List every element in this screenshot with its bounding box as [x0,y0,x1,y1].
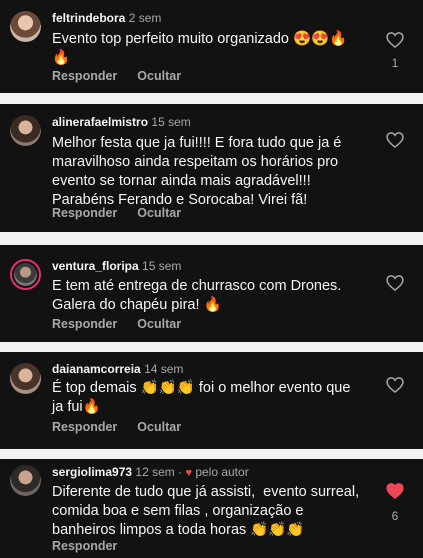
like-count: 6 [391,509,399,523]
heart-outline-icon[interactable] [385,375,405,395]
comments-screen: feltrindebora 2 sem Evento top perfeito … [0,0,423,558]
heart-outline-icon[interactable] [385,30,405,50]
author-like-label: pelo autor [195,465,249,479]
comment-text: Melhor festa que ja fui!!!! E fora tudo … [52,135,346,208]
reply-button[interactable]: Responder [52,69,117,83]
avatar[interactable] [10,259,41,290]
heart-outline-icon[interactable] [385,273,405,293]
avatar[interactable] [10,11,41,42]
timestamp: 2 sem [128,11,162,25]
reply-button[interactable]: Responder [52,539,117,553]
hide-button[interactable]: Ocultar [137,206,181,220]
comment-text: E tem até entrega de churrasco com Drone… [52,278,346,313]
comment-card: daianamcorreia 14 sem É top demais 👏👏👏 f… [0,352,423,449]
comment-meta: sergiolima973 12 sem · ♥ pelo autor [52,465,249,479]
username[interactable]: feltrindebora [52,11,125,25]
timestamp: 12 sem [135,465,175,479]
heart-outline-icon[interactable] [385,130,405,150]
comment-text: Evento top perfeito muito organizado 😍😍🔥… [52,31,348,66]
comment-meta: ventura_floripa 15 sem [52,259,181,274]
reply-button[interactable]: Responder [52,206,117,220]
hide-button[interactable]: Ocultar [137,69,181,83]
comment-card: ventura_floripa 15 sem E tem até entrega… [0,245,423,342]
comment-text: É top demais 👏👏👏 foi o melhor evento que… [52,380,355,415]
username[interactable]: ventura_floripa [52,259,139,273]
comment-actions: Responder Ocultar [52,206,201,220]
comment-card: alinerafaelmistro 15 sem Melhor festa qu… [0,104,423,232]
reply-button[interactable]: Responder [52,420,117,434]
comment-actions: Responder Ocultar [52,69,201,83]
comment-card: sergiolima973 12 sem · ♥ pelo autor Dife… [0,459,423,558]
avatar[interactable] [10,363,41,394]
timestamp: 14 sem [144,362,184,376]
hide-button[interactable]: Ocultar [137,317,181,331]
comment-meta: alinerafaelmistro 15 sem [52,115,191,130]
comment-actions: Responder [52,539,137,553]
reply-button[interactable]: Responder [52,317,117,331]
heart-filled-icon[interactable] [385,481,405,501]
heart-filled-icon: ♥ [185,467,192,479]
avatar[interactable] [10,115,41,146]
hide-button[interactable]: Ocultar [137,420,181,434]
comment-card: feltrindebora 2 sem Evento top perfeito … [0,0,423,93]
timestamp: 15 sem [142,259,182,273]
username[interactable]: sergiolima973 [52,465,132,479]
comment-meta: daianamcorreia 14 sem [52,362,183,377]
timestamp: 15 sem [151,115,191,129]
comment-meta: feltrindebora 2 sem [52,11,161,26]
comment-actions: Responder Ocultar [52,317,201,331]
like-count: 1 [391,56,399,70]
avatar[interactable] [10,465,41,496]
username[interactable]: alinerafaelmistro [52,115,148,129]
comment-actions: Responder Ocultar [52,420,201,434]
username[interactable]: daianamcorreia [52,362,141,376]
comment-text: Diferente de tudo que já assisti, evento… [52,484,364,538]
